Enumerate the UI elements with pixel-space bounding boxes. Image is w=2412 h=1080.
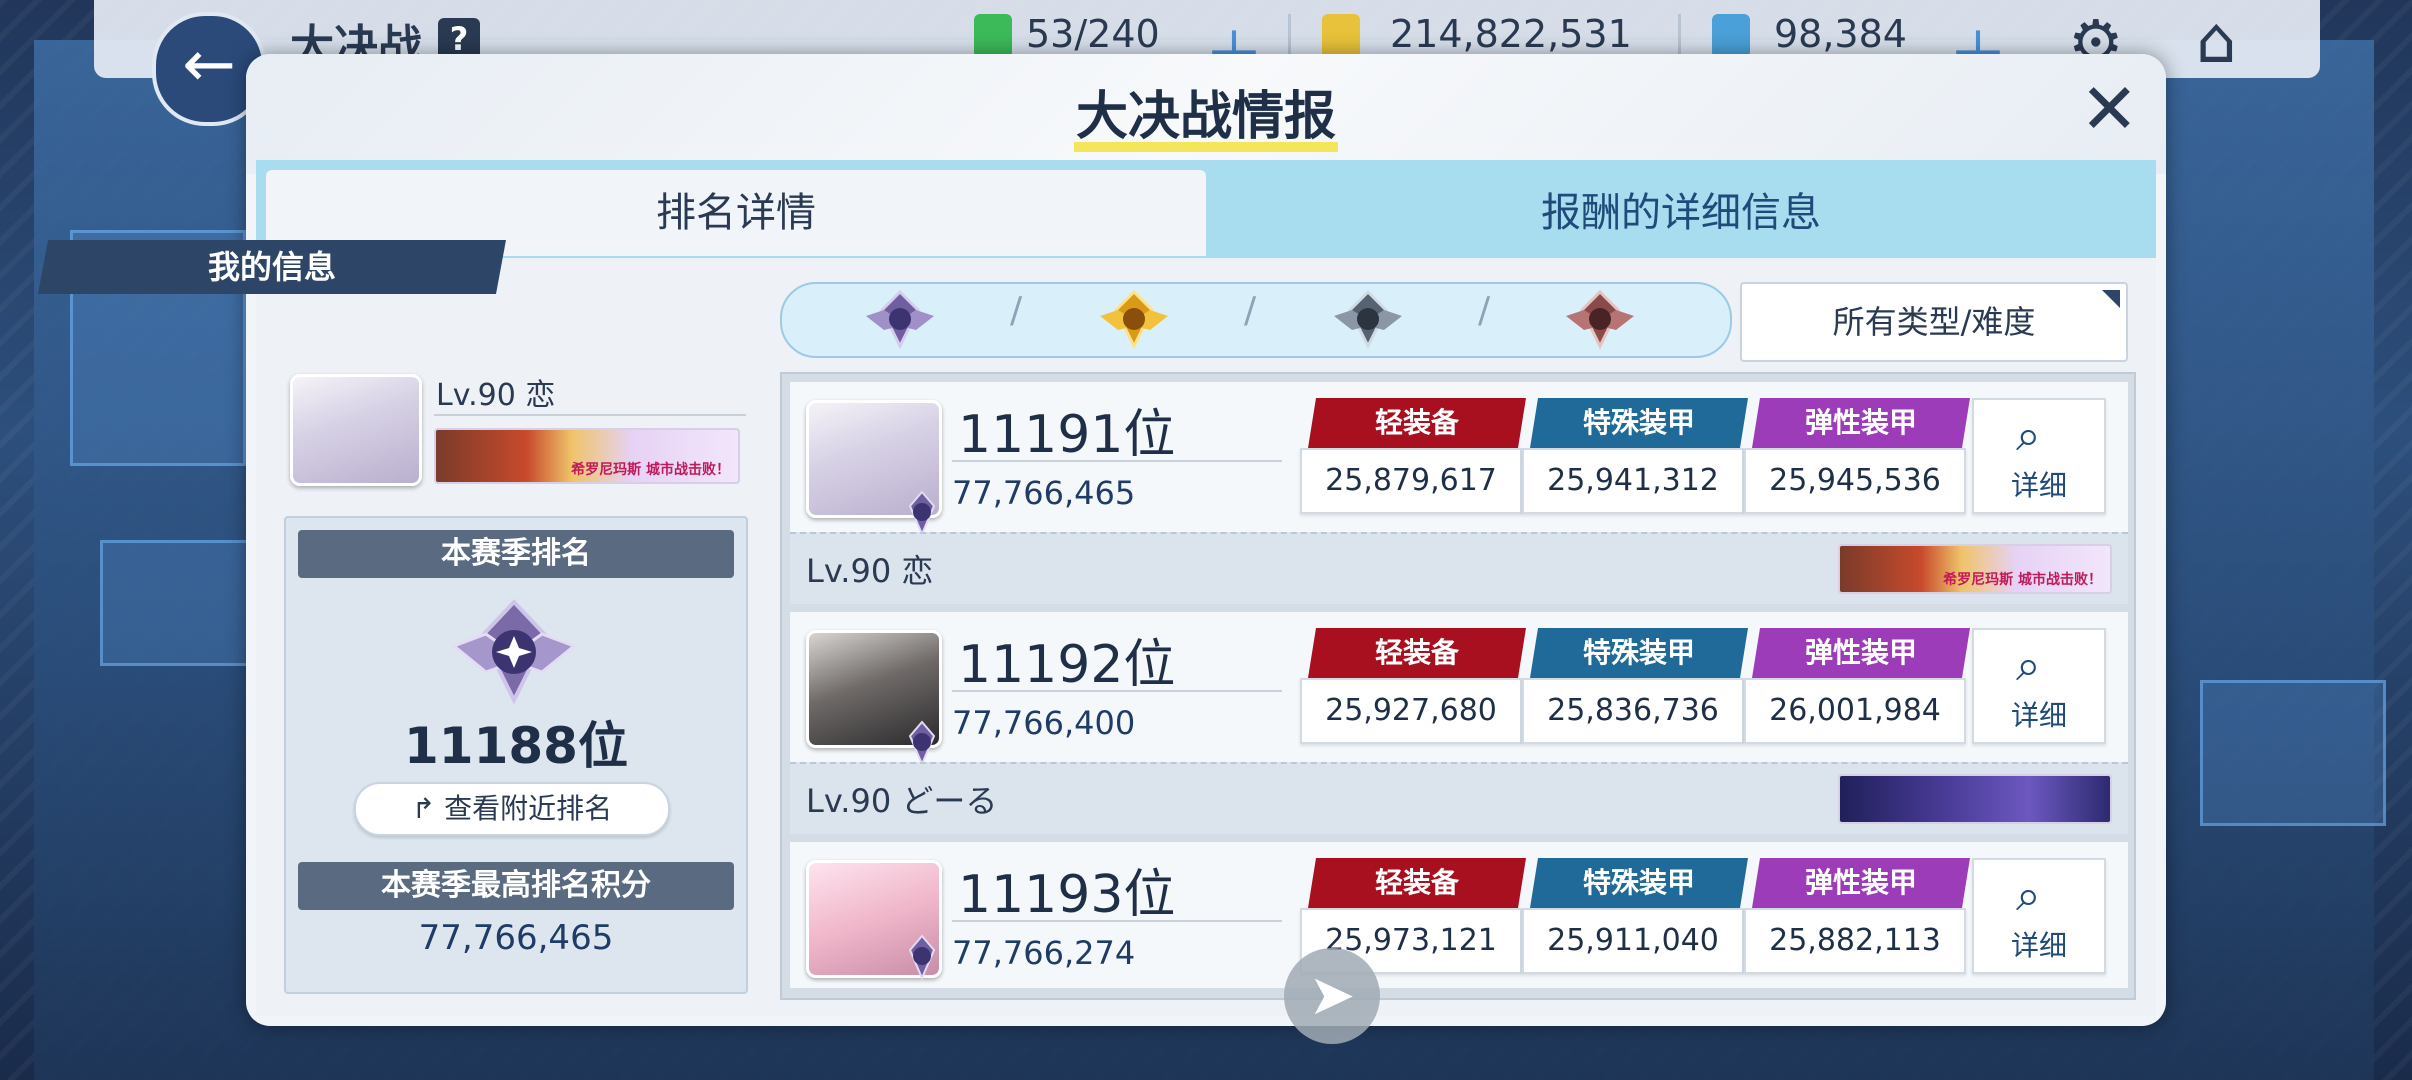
- light-armor-score: 25,927,680: [1300, 678, 1522, 744]
- best-score-value: 77,766,465: [418, 918, 614, 958]
- dialog-title: 大决战情报: [1075, 87, 1336, 147]
- avatar[interactable]: [290, 374, 422, 486]
- background-screen: [100, 540, 256, 666]
- divider: [952, 920, 1282, 922]
- special-armor-score: 25,836,736: [1522, 678, 1744, 744]
- detail-label: 详细: [2010, 929, 2067, 962]
- ranking-row[interactable]: 11193位 77,766,274 轻装备 25,973,121 特殊装甲 25…: [790, 842, 2128, 988]
- credits-value: 214,822,531: [1390, 12, 1632, 56]
- tier-purple-icon: [908, 934, 936, 981]
- best-score-header: 本赛季最高排名积分: [298, 862, 734, 910]
- special-armor-label: 特殊装甲: [1530, 858, 1748, 908]
- divider: [952, 690, 1282, 692]
- detail-label: 详细: [2010, 469, 2067, 502]
- share-arrow-icon: ↱: [411, 792, 445, 825]
- divider: [434, 414, 746, 416]
- filter-separator: /: [1478, 290, 1491, 331]
- light-armor-label: 轻装备: [1308, 398, 1526, 448]
- special-armor-label: 特殊装甲: [1530, 628, 1748, 678]
- special-armor-score: 25,941,312: [1522, 448, 1744, 514]
- banner-text: 希罗尼玛斯 城市战击败！: [571, 462, 730, 478]
- detail-button[interactable]: ⌕ 详细: [1972, 628, 2106, 744]
- light-armor-label: 轻装备: [1308, 858, 1526, 908]
- tier-purple-icon: [908, 720, 936, 767]
- special-armor-label: 特殊装甲: [1530, 398, 1748, 448]
- search-icon: ⌕: [2016, 870, 2041, 921]
- stamina-icon: [974, 14, 1012, 58]
- title-banner: 希罗尼玛斯 城市战击败！: [434, 428, 740, 484]
- stamina-value: 53/240: [1026, 12, 1160, 56]
- rank-position: 11191位: [958, 405, 1176, 465]
- banner-text: 希罗尼玛斯 城市战击败！: [1943, 572, 2102, 588]
- tab-reward-details[interactable]: 报酬的详细信息: [1206, 170, 2156, 256]
- dropdown-label: 所有类型/难度: [1832, 303, 2036, 341]
- home-icon[interactable]: ⌂: [2196, 4, 2237, 78]
- gems-value: 98,384: [1774, 12, 1907, 56]
- elastic-armor-score: 26,001,984: [1744, 678, 1966, 744]
- my-info-header: 我的信息: [38, 240, 506, 294]
- light-armor-score: 25,879,617: [1300, 448, 1522, 514]
- close-icon[interactable]: ✕: [2080, 74, 2139, 144]
- view-nearby-ranking-button[interactable]: ↱ 查看附近排名: [354, 782, 670, 836]
- detail-button[interactable]: ⌕ 详细: [1972, 858, 2106, 974]
- rank-position: 11192位: [958, 635, 1176, 695]
- ranking-row[interactable]: 11192位 77,766,400 轻装备 25,927,680 特殊装甲 25…: [790, 612, 2128, 838]
- total-score: 77,766,465: [952, 474, 1136, 512]
- elastic-armor-label: 弹性装甲: [1752, 398, 1970, 448]
- rank-position: 11193位: [958, 865, 1176, 925]
- background-screen: [2200, 680, 2386, 826]
- filter-separator: /: [1244, 290, 1257, 331]
- ranking-row[interactable]: 11191位 77,766,465 轻装备 25,879,617 特殊装甲 25…: [790, 382, 2128, 608]
- title-underline: [1074, 142, 1338, 152]
- detail-button[interactable]: ⌕ 详细: [1972, 398, 2106, 514]
- my-level-name: Lv.90 恋: [436, 378, 556, 413]
- dropdown-arrow-icon: [2102, 290, 2120, 308]
- elastic-armor-label: 弹性装甲: [1752, 858, 1970, 908]
- tier-gold-icon[interactable]: [1096, 288, 1172, 350]
- gem-icon: [1712, 14, 1750, 58]
- filter-separator: /: [1010, 290, 1023, 331]
- search-icon: ⌕: [2016, 640, 2041, 691]
- tier-emblem-icon: [451, 599, 577, 705]
- tier-purple-icon[interactable]: [862, 288, 938, 350]
- search-icon: ⌕: [2016, 410, 2041, 461]
- season-rank-header: 本赛季排名: [298, 530, 734, 578]
- player-level-name: Lv.90 どーる: [806, 782, 998, 820]
- detail-label: 详细: [2010, 699, 2067, 732]
- play-icon[interactable]: ➤: [1284, 948, 1380, 1044]
- elastic-armor-score: 25,882,113: [1744, 908, 1966, 974]
- total-score: 77,766,274: [952, 934, 1136, 972]
- total-score: 77,766,400: [952, 704, 1136, 742]
- tier-purple-icon: [908, 490, 936, 537]
- tier-silver-icon[interactable]: [1330, 288, 1406, 350]
- tier-bronze-icon[interactable]: [1562, 288, 1638, 350]
- light-armor-label: 轻装备: [1308, 628, 1526, 678]
- type-difficulty-dropdown[interactable]: 所有类型/难度: [1740, 282, 2128, 362]
- title-banner: [1838, 774, 2112, 824]
- special-armor-score: 25,911,040: [1522, 908, 1744, 974]
- title-banner: 希罗尼玛斯 城市战击败！: [1838, 544, 2112, 594]
- elastic-armor-score: 25,945,536: [1744, 448, 1966, 514]
- nearby-label: 查看附近排名: [444, 792, 613, 825]
- elastic-armor-label: 弹性装甲: [1752, 628, 1970, 678]
- player-level-name: Lv.90 恋: [806, 552, 934, 590]
- my-rank: 11188位: [404, 717, 628, 775]
- credit-icon: [1322, 14, 1360, 58]
- divider: [952, 460, 1282, 462]
